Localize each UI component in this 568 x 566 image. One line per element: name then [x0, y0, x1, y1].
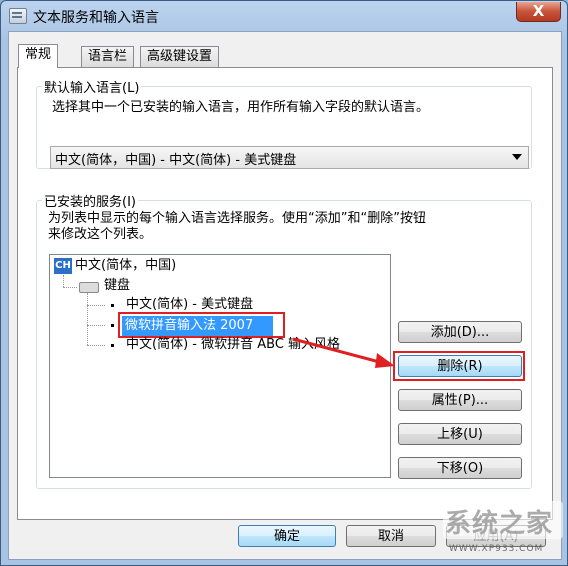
move-down-button[interactable]: 下移(O): [398, 457, 522, 479]
window-title: 文本服务和输入语言: [33, 10, 159, 26]
installed-services-description-1: 为列表中显示的每个输入语言选择服务。使用“添加”和“删除”按钮: [48, 211, 426, 226]
tab-general[interactable]: 常规: [18, 44, 59, 68]
default-language-description: 选择其中一个已安装的输入语言，用作所有输入字段的默认语言。: [52, 100, 430, 115]
properties-button[interactable]: 属性(P)...: [398, 389, 522, 411]
watermark-url: WWW.XP933.COM: [449, 544, 544, 554]
tree-connector: [63, 287, 77, 288]
add-button[interactable]: 添加(D)...: [398, 321, 522, 343]
watermark-logo: 系统之家 WWW.XP933.COM: [439, 497, 567, 565]
tree-language-label: 中文(简体，中国): [75, 258, 177, 273]
tree-connector: [63, 275, 64, 287]
title-bar[interactable]: 文本服务和输入语言 X: [1, 1, 567, 31]
tree-category-keyboard[interactable]: 键盘: [104, 277, 130, 295]
cancel-button[interactable]: 取消: [346, 525, 436, 547]
bullet-icon: [111, 304, 114, 307]
annotation-highlight-box: [118, 312, 285, 338]
tree-connector: [87, 325, 105, 326]
tree-connector: [87, 345, 105, 346]
default-language-select[interactable]: 中文(简体，中国) - 中文(简体) - 美式键盘: [50, 146, 529, 169]
ok-button[interactable]: 确定: [238, 525, 336, 547]
annotation-arrow-icon: [292, 337, 395, 368]
close-button[interactable]: X: [516, 2, 561, 22]
installed-services-legend: 已安装的服务(I): [44, 195, 136, 210]
tab-advanced-key-settings[interactable]: 高级键设置: [140, 46, 220, 67]
move-up-button[interactable]: 上移(U): [398, 423, 522, 445]
tree-connector: [87, 305, 105, 306]
keyboard-icon: [79, 282, 99, 293]
annotation-button-box: [393, 351, 525, 381]
watermark-title: 系统之家: [445, 509, 554, 539]
chevron-down-icon: [512, 154, 522, 160]
tree-connector: [87, 293, 88, 345]
default-language-legend: 默认输入语言(L): [44, 81, 140, 96]
tree-language-node[interactable]: CH 中文(简体，中国): [54, 257, 176, 275]
installed-services-description-2: 来修改这个列表。: [48, 227, 153, 242]
bullet-icon: [111, 344, 114, 347]
bullet-icon: [111, 324, 114, 327]
app-icon: [9, 8, 27, 24]
language-ch-icon: CH: [54, 257, 72, 274]
default-language-value: 中文(简体，中国) - 中文(简体) - 美式键盘: [55, 153, 297, 168]
dialog-window: 文本服务和输入语言 X 常规 语言栏 高级键设置 默认输入语言(L) 选择其中一…: [0, 0, 568, 566]
tab-language-bar[interactable]: 语言栏: [81, 46, 135, 67]
